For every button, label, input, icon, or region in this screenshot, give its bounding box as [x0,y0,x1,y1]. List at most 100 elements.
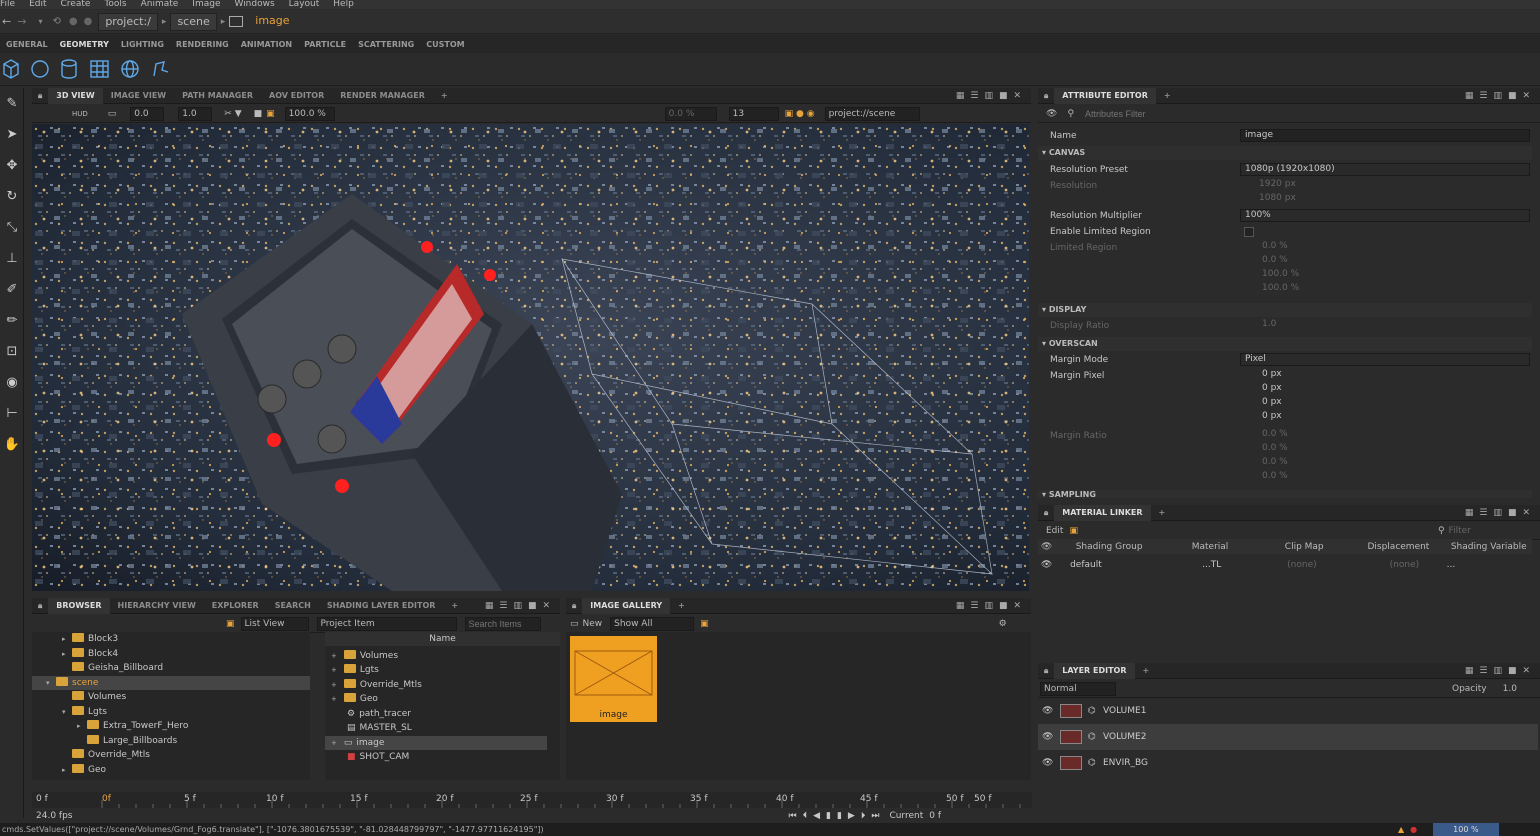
lock-icon[interactable]: 🔒︎ [38,601,42,611]
eye-icon[interactable]: 👁︎ [1038,560,1055,570]
select-arrow-icon[interactable]: ➤ [3,126,21,144]
eyedropper-icon[interactable]: ✎ [3,95,21,113]
resolution-preset-select[interactable]: 1080p (1920x1080) [1240,163,1530,176]
window-controls[interactable]: ▦☰▥■✕ [1465,505,1536,521]
tree-item[interactable]: ▸ Extra_TowerF_Hero [77,719,188,733]
collapse-icon[interactable]: ▾ [46,676,56,690]
shelf-tab-custom[interactable]: CUSTOM [426,40,464,49]
window-controls[interactable]: ▦☰▥■✕ [1465,88,1536,104]
name-field[interactable]: image [1240,129,1530,142]
display-icon[interactable]: ▭ [108,109,117,119]
resolution-width[interactable]: 1920 px [1255,179,1530,192]
grid-icon[interactable] [90,60,109,78]
tab-path-manager[interactable]: PATH MANAGER [174,88,261,104]
shelf-tab-scattering[interactable]: SCATTERING [358,40,414,49]
circle-icon[interactable] [31,60,49,78]
value-field-2[interactable]: 1.0 [178,106,213,121]
collapse-icon[interactable]: ▾ [62,705,72,719]
tree-item[interactable]: ▸ Geo [62,763,106,777]
lock-icon[interactable]: 🔒︎ [1044,666,1048,676]
zoom-indicator[interactable]: 100 % [1433,823,1499,836]
limited-region-value[interactable]: 100.0 % [1258,283,1530,296]
shelf-tab-rendering[interactable]: RENDERING [176,40,229,49]
shelf-tab-particle[interactable]: PARTICLE [304,40,346,49]
displacement-cell[interactable]: (none) [1352,560,1447,570]
warning-icon[interactable]: ▲ [1398,823,1404,836]
expand-icon[interactable]: ▸ [62,632,72,646]
tree-item[interactable]: ▾ Lgts [62,705,107,719]
lock-icon[interactable]: 🔒︎ [1044,508,1048,518]
filter-icon[interactable]: ✂ ▼ [224,109,241,119]
resolution-multiplier-select[interactable]: 100% [1240,209,1530,222]
tab-attribute-editor[interactable]: ATTRIBUTE EDITOR [1054,87,1156,104]
margin-mode-select[interactable]: Pixel [1240,353,1530,366]
list-item-selected[interactable]: + ▭ image [325,736,547,750]
shelf-tab-animation[interactable]: ANIMATION [241,40,292,49]
render-percent-field[interactable]: 0.0 % [664,106,717,121]
expand-icon[interactable]: + [331,736,341,750]
expand-icon[interactable]: + [331,663,341,677]
zoom-region-icon[interactable]: ⊡ [3,343,21,361]
menu-create[interactable]: Create [61,0,91,9]
column-displacement[interactable]: Displacement [1351,542,1445,552]
tree-item[interactable]: ▸ Block4 [62,647,118,661]
resolution-height[interactable]: 1080 px [1255,193,1530,206]
section-canvas[interactable]: ▾ CANVAS [1038,146,1532,160]
menu-tools[interactable]: Tools [104,0,126,9]
shading-variable-cell[interactable]: ... [1447,560,1532,570]
tree-item[interactable]: Large_Billboards [87,734,177,748]
shelf-tab-geometry[interactable]: GEOMETRY [60,40,109,49]
menu-file[interactable]: File [0,0,15,9]
menu-layout[interactable]: Layout [289,0,320,9]
breadcrumb-scene[interactable]: scene [170,12,217,31]
window-controls[interactable]: ▦☰▥■✕ [956,598,1027,614]
search-items-input[interactable] [464,616,541,631]
list-item[interactable]: + Override_Mtls [331,678,422,692]
list-view-select[interactable]: List View [240,616,309,631]
layer-row[interactable]: 👁︎ ⌬ ENVIR_BG [1038,750,1538,776]
move-icon[interactable]: ✥ [3,157,21,175]
hud-label[interactable]: HUD [72,110,88,118]
tree-item[interactable]: Volumes [72,690,126,704]
zoom-field[interactable]: 100.0 % [284,106,335,121]
add-tab-icon[interactable]: + [1151,505,1174,521]
playback-controls[interactable]: ⏮⏴◀▮▮▶⏵⏭ [788,811,885,821]
gallery-settings-icon[interactable]: ▣ [700,619,709,629]
shelf-tab-lighting[interactable]: LIGHTING [121,40,164,49]
column-shading-variable[interactable]: Shading Variable [1446,542,1533,552]
limited-region-value[interactable]: 0.0 % [1258,255,1530,268]
limited-region-checkbox[interactable] [1244,227,1254,237]
list-item[interactable]: ▤ MASTER_SL [347,721,412,735]
layer-row[interactable]: 👁︎ ⌬ VOLUME1 [1038,698,1538,724]
tab-material-linker[interactable]: MATERIAL LINKER [1054,504,1151,521]
brush-icon[interactable]: ✐ [3,281,21,299]
home-icon[interactable]: ⟲ [52,16,60,27]
list-item[interactable]: ■ SHOT_CAM [347,750,409,764]
eye-icon[interactable]: 👁︎ [1046,109,1057,119]
tab-shading-layer-editor[interactable]: SHADING LAYER EDITOR [319,598,444,614]
folder-view-icon[interactable]: ▣ [226,619,235,629]
menu-windows[interactable]: Windows [234,0,274,9]
breadcrumb-current[interactable]: image [249,13,295,31]
lock-icon[interactable]: 🔒︎ [38,91,42,101]
menu-help[interactable]: Help [333,0,354,9]
add-tab-icon[interactable]: + [1135,663,1158,679]
menu-edit[interactable]: Edit [29,0,46,9]
add-tab-icon[interactable]: + [443,598,466,614]
filter-input[interactable]: Filter [1449,526,1471,536]
pin-icon[interactable]: ⚲ [1067,109,1074,119]
command-line[interactable]: cmds.SetValues(["project://scene/Volumes… [2,823,1202,836]
material-icon[interactable]: ▣ [1069,526,1078,536]
scale-icon[interactable]: ⤡ [3,219,21,237]
gallery-options-icon[interactable]: ⚙ [999,619,1007,629]
expand-icon[interactable]: + [331,649,341,663]
section-display[interactable]: ▾ DISPLAY [1038,303,1532,317]
margin-ratio-value[interactable]: 0.0 % [1258,429,1530,442]
expand-icon[interactable]: + [331,678,341,692]
breadcrumb-project[interactable]: project:/ [98,12,158,31]
lock-icon[interactable]: 🔒︎ [572,601,576,611]
new-button[interactable]: New [583,619,603,629]
expand-icon[interactable]: ▸ [62,647,72,661]
limited-region-value[interactable]: 100.0 % [1258,269,1530,282]
limited-region-value[interactable]: 0.0 % [1258,241,1530,254]
